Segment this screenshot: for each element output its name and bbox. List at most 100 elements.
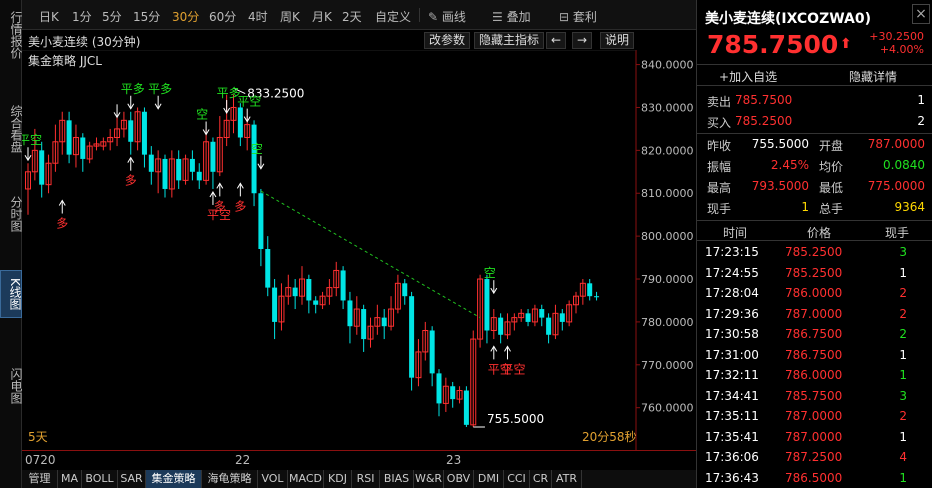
candle-body <box>141 111 147 155</box>
indicator-tab[interactable]: CR <box>530 470 552 488</box>
period-5m[interactable]: 5分 <box>102 8 122 25</box>
indicator-tab[interactable]: 海龟策略 <box>202 470 258 488</box>
stat-label: 总手 <box>819 202 844 216</box>
period-2day[interactable]: 2天 <box>342 8 362 25</box>
period-week[interactable]: 周K <box>280 8 300 25</box>
indicator-tab[interactable]: KDJ <box>324 470 352 488</box>
plus-icon: + <box>719 70 730 84</box>
signal-label: 平多 <box>148 82 172 96</box>
indicator-tab[interactable]: BOLL <box>82 470 118 488</box>
period-60m[interactable]: 60分 <box>209 8 236 25</box>
tick-price: 786.5000 <box>785 470 843 485</box>
tick-row: 17:32:11 786.0000 1 <box>697 365 932 385</box>
candle-body <box>539 309 545 318</box>
signal-label: 多 <box>234 199 246 213</box>
toolbar-divider <box>419 8 420 22</box>
period-15m[interactable]: 15分 <box>133 8 160 25</box>
period-4h[interactable]: 4时 <box>248 8 268 25</box>
bid-row: 买入 785.2500 2 <box>697 111 932 131</box>
candle-body <box>450 386 456 400</box>
price-tick-label: 770.0000 <box>641 359 694 372</box>
stat-value: 2.45% <box>770 158 809 172</box>
candle-body <box>484 279 490 331</box>
period-month[interactable]: 月K <box>312 8 332 25</box>
candle-body <box>409 296 415 378</box>
chart-header: 美小麦连续 (30分钟) 改参数 隐藏主指标 ← → 说明 <box>22 30 636 50</box>
nav-kline[interactable]: K线图 <box>0 270 22 318</box>
kline-chart[interactable]: 840.0000 830.0000 820.0000 810.0000 800.0000… <box>18 49 696 450</box>
left-arrow-button[interactable]: ← <box>546 32 567 49</box>
signal-label: 多 <box>125 174 137 188</box>
candle-body <box>381 317 387 327</box>
tick-row: 17:23:15 785.2500 3 <box>697 242 932 262</box>
indicator-tab[interactable]: OBV <box>444 470 474 488</box>
right-arrow-button[interactable]: → <box>572 32 593 49</box>
hide-detail-button[interactable]: 隐藏详情 <box>849 68 897 85</box>
chart-title: 美小麦连续 (30分钟) <box>28 35 141 49</box>
indicator-tab[interactable]: SAR <box>118 470 146 488</box>
nav-timeshare[interactable]: 分时图 <box>0 190 23 238</box>
trend-line <box>260 190 481 319</box>
indicator-tab[interactable]: DMI <box>474 470 504 488</box>
price-tick-label: 810.0000 <box>641 187 694 200</box>
change-value: +30.2500 <box>869 30 924 43</box>
panel-actions: +加入自选 隐藏详情 <box>697 64 932 86</box>
indicator-tab[interactable]: 管理 <box>22 470 58 488</box>
nav-overview[interactable]: 综合看盘 <box>0 98 23 160</box>
stat-label: 最高 <box>707 181 732 195</box>
close-icon[interactable]: × <box>912 4 930 24</box>
indicator-tab[interactable]: 集金策略 <box>146 470 202 488</box>
tick-time: 17:31:00 <box>705 347 759 362</box>
stat-label: 现手 <box>707 202 732 216</box>
signal-label: 空 <box>484 266 496 280</box>
draw-line-button[interactable]: ✎ 画线 <box>428 8 466 25</box>
overlay-button[interactable]: ☰ 叠加 <box>492 8 531 25</box>
indicator-tab[interactable]: VOL <box>258 470 288 488</box>
tick-row: 17:35:41 787.0000 1 <box>697 427 932 447</box>
period-1m[interactable]: 1分 <box>72 8 92 25</box>
period-day[interactable]: 日K <box>39 8 59 25</box>
chart-area[interactable]: 840.0000 830.0000 820.0000 810.0000 800.0000… <box>18 49 694 450</box>
arbitrage-button[interactable]: ⊟ 套利 <box>559 8 597 25</box>
tick-row: 17:28:04 786.0000 2 <box>697 283 932 303</box>
add-favorite-label: 加入自选 <box>729 70 778 84</box>
price-tick-label: 760.0000 <box>641 402 694 415</box>
date-tick: 23 <box>446 453 462 467</box>
stat-label: 均价 <box>819 160 844 174</box>
tick-price: 785.7500 <box>785 388 843 403</box>
candle-body <box>66 120 72 155</box>
period-custom[interactable]: 自定义 <box>375 8 411 25</box>
tick-time: 17:29:36 <box>705 306 759 321</box>
tick-header: 时间 价格 现手 <box>697 221 932 241</box>
indicator-tab[interactable]: MA <box>58 470 82 488</box>
tick-volume: 2 <box>899 286 907 300</box>
hide-indicator-button[interactable]: 隐藏主指标 <box>474 32 545 49</box>
nav-flash[interactable]: 闪电图 <box>0 362 23 410</box>
price-tick-label: 790.0000 <box>641 273 694 286</box>
explain-button[interactable]: 说明 <box>600 32 635 49</box>
period-30m[interactable]: 30分 <box>172 8 199 25</box>
tick-volume: 2 <box>899 306 907 321</box>
tick-row: 17:35:11 787.0000 2 <box>697 406 932 426</box>
tick-time: 17:35:11 <box>705 409 759 423</box>
change-params-button[interactable]: 改参数 <box>424 32 471 49</box>
indicator-tab[interactable]: CCI <box>504 470 530 488</box>
divider <box>697 240 932 241</box>
indicator-tab[interactable]: BIAS <box>380 470 414 488</box>
candle-body <box>292 287 298 297</box>
nav-quotes[interactable]: 行情报价 <box>0 4 23 66</box>
indicator-tab[interactable]: W&R <box>414 470 444 488</box>
tick-volume: 2 <box>899 409 907 423</box>
stat-value: 1 <box>801 200 809 214</box>
indicator-tab[interactable]: MACD <box>288 470 324 488</box>
tick-price: 786.7500 <box>785 347 843 362</box>
indicator-tab[interactable]: RSI <box>352 470 380 488</box>
indicator-tab[interactable]: ATR <box>552 470 582 488</box>
stat-value: 787.0000 <box>867 137 925 151</box>
tick-price: 787.2500 <box>785 450 843 464</box>
tick-time: 17:32:11 <box>705 368 759 382</box>
add-favorite-button[interactable]: +加入自选 <box>719 68 777 85</box>
tick-price: 786.0000 <box>785 286 843 300</box>
candle-body <box>148 154 154 172</box>
candle-body <box>80 137 86 159</box>
